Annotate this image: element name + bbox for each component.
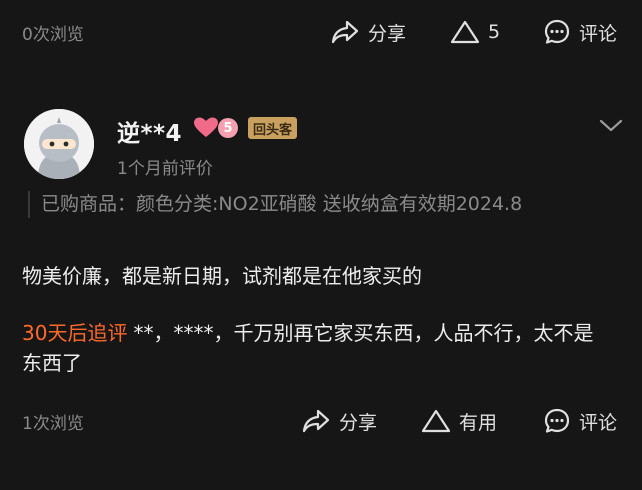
- share-button[interactable]: 分享: [301, 408, 377, 435]
- comment-button[interactable]: 评论: [543, 18, 617, 46]
- share-arrow-icon: [302, 409, 330, 433]
- view-count: 1次浏览: [22, 413, 84, 434]
- chat-bubble-icon: [544, 19, 570, 44]
- triangle-thumb-icon: [450, 20, 480, 44]
- chat-bubble-icon: [544, 408, 570, 433]
- like-count: 5: [488, 21, 501, 43]
- returning-customer-badge: 回头客: [248, 117, 298, 139]
- username[interactable]: 逆**4: [117, 114, 182, 148]
- avatar[interactable]: [24, 109, 94, 179]
- share-arrow-icon: [331, 20, 359, 44]
- followup-tag: 30天后追评: [22, 321, 128, 345]
- chevron-down-icon[interactable]: [598, 116, 624, 134]
- view-count: 0次浏览: [22, 24, 84, 45]
- share-button[interactable]: 分享: [330, 19, 406, 46]
- review-time: 1个月前评价: [117, 159, 213, 179]
- level-number: 5: [218, 118, 238, 138]
- useful-button[interactable]: 有用: [421, 408, 497, 435]
- comment-label: 评论: [579, 22, 618, 45]
- purchased-item: 已购商品：颜色分类:NO2亚硝酸 送收纳盒有效期2024.8: [28, 191, 601, 218]
- followup-review: 30天后追评 **，****，千万别再它家买东西，人品不行，太不是东西了: [22, 318, 612, 378]
- avatar-ninja-icon: [24, 109, 94, 179]
- top-action-bar: 0次浏览 分享 5 评论: [0, 14, 642, 50]
- comment-label: 评论: [579, 411, 618, 434]
- bottom-action-bar: 1次浏览 分享 有用 评论: [0, 403, 642, 439]
- share-label: 分享: [339, 411, 378, 434]
- comment-button[interactable]: 评论: [543, 407, 617, 435]
- review-content: 物美价廉，都是新日期，试剂都是在他家买的: [22, 264, 422, 288]
- triangle-thumb-icon: [421, 409, 451, 433]
- useful-label: 有用: [459, 411, 498, 434]
- like-button[interactable]: 5: [450, 19, 500, 45]
- share-label: 分享: [368, 22, 407, 45]
